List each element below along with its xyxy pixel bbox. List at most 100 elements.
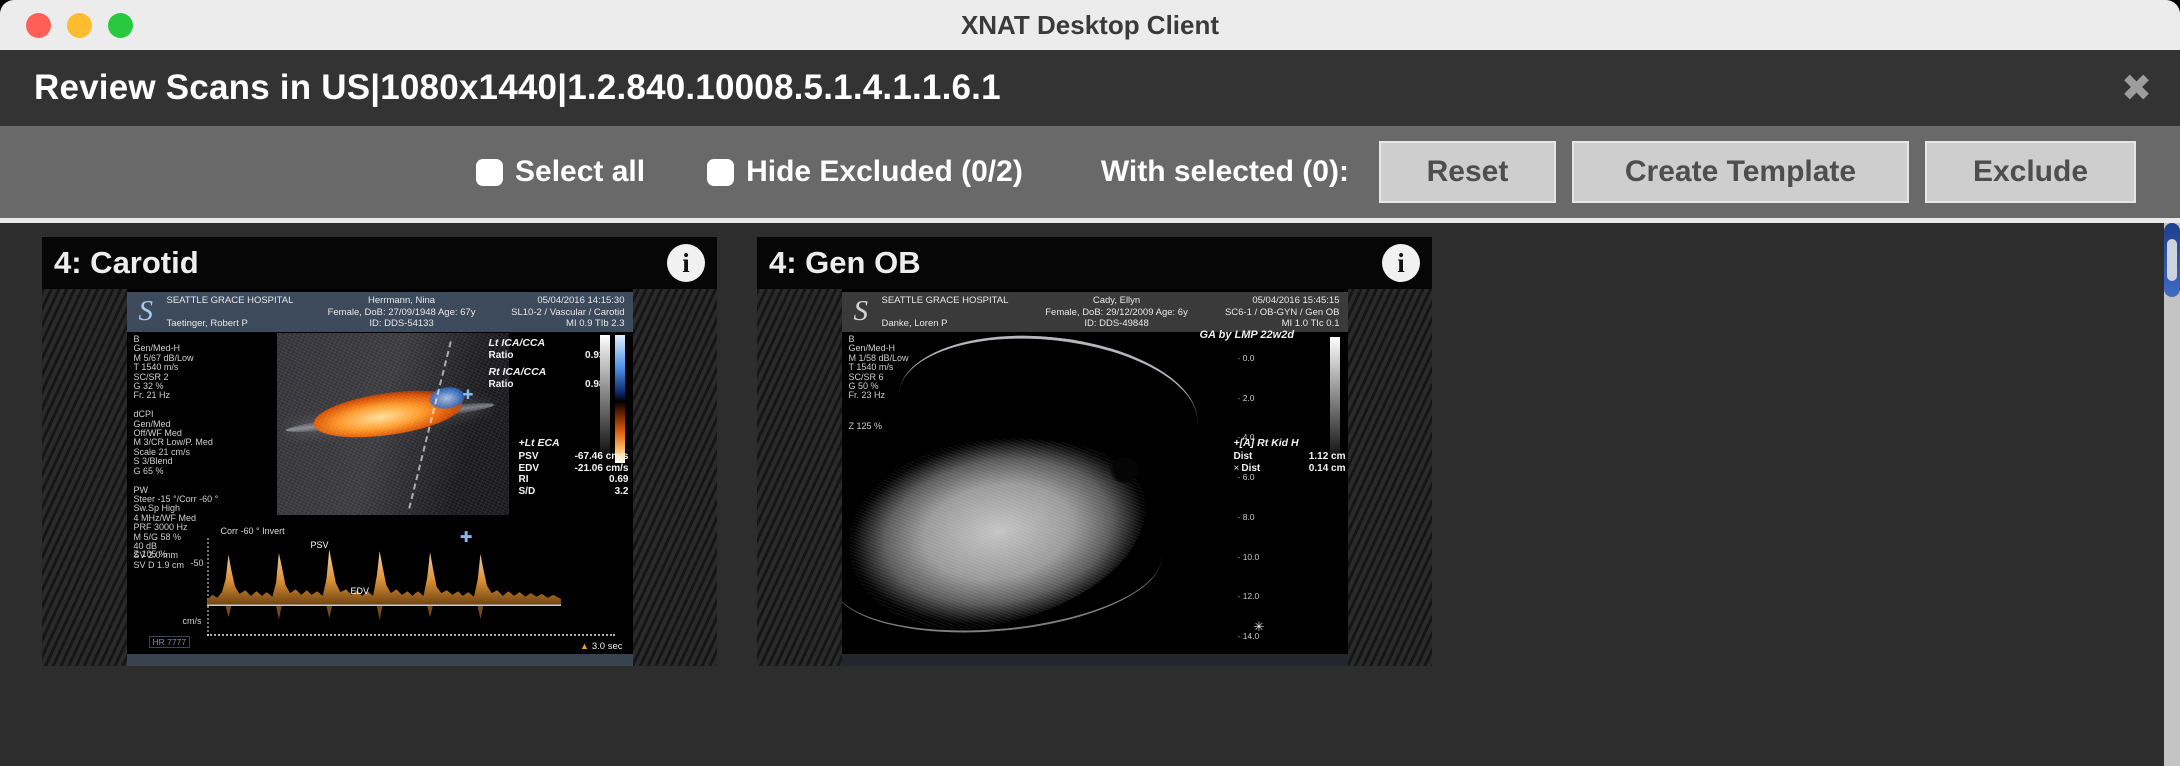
ultrasound-thumbnail-gen-ob[interactable]: S SEATTLE GRACE HOSPITAL Danke, Loren P … <box>842 289 1348 666</box>
close-icon[interactable]: ✖ <box>2121 70 2152 107</box>
bmode-tissue-area <box>277 333 509 515</box>
image-footer-strip <box>127 654 633 666</box>
spectral-doppler-strip: Corr -60 ° Invert ✚ -50 cm/s <box>183 526 623 652</box>
exclude-button[interactable]: Exclude <box>1925 141 2136 203</box>
hide-excluded-checkbox[interactable] <box>707 159 734 186</box>
ratio-key: Ratio <box>489 350 514 361</box>
patient-name: Cady, Ellyn <box>1036 295 1198 307</box>
anechoic-structure <box>1110 457 1140 483</box>
select-all-checkbox[interactable] <box>476 159 503 186</box>
ruler-tick: 2.0 <box>1238 393 1260 403</box>
meas-key: RI <box>519 474 529 486</box>
measurement-title: +Lt ECA <box>519 437 629 449</box>
info-icon[interactable]: i <box>1382 244 1420 282</box>
pw-gate-line <box>408 341 452 508</box>
patient-name: Herrmann, Nina <box>321 295 483 307</box>
patient-info: Female, DoB: 27/09/1948 Age: 67y <box>321 307 483 319</box>
reset-button[interactable]: Reset <box>1379 141 1556 203</box>
hospital-name: SEATTLE GRACE HOSPITAL <box>167 295 321 307</box>
meas-value: 1.12 cm <box>1309 451 1346 463</box>
zoom-window-button[interactable] <box>108 13 133 38</box>
minimize-window-button[interactable] <box>67 13 92 38</box>
with-selected-group: With selected (0): <box>1101 155 1349 189</box>
modal-title: Review Scans in US|1080x1440|1.2.840.100… <box>34 68 1001 108</box>
mi-ti-values: MI 1.0 TIc 0.1 <box>1197 318 1339 330</box>
corr-invert-label: Corr -60 ° Invert <box>221 526 285 536</box>
close-window-button[interactable] <box>26 13 51 38</box>
vertical-scrollbar[interactable] <box>2164 223 2180 766</box>
meas-key: ×Dist <box>1234 463 1261 475</box>
scrollbar-thumb[interactable] <box>2164 223 2180 297</box>
window-title: XNAT Desktop Client <box>961 10 1219 41</box>
edv-marker: EDV <box>351 586 370 596</box>
scan-title: 4: Gen OB <box>769 245 921 281</box>
depth-ruler: 0.0 2.0 4.0 6.0 8.0 10.0 12.0 14.0 <box>1238 353 1260 641</box>
scan-card-header: 4: Gen OB i <box>757 237 1432 289</box>
scan-card-gen-ob: 4: Gen OB i S SEATTLE GRACE HOSPITAL Dan… <box>757 237 1432 666</box>
meas-value: 0.14 cm <box>1309 463 1346 475</box>
velocity-scale-tick: -50 <box>191 558 204 568</box>
ruler-tick: 10.0 <box>1238 552 1260 562</box>
info-icon[interactable]: i <box>667 244 705 282</box>
psv-marker: PSV <box>311 540 329 550</box>
hide-excluded-group: Hide Excluded (0/2) <box>707 155 1023 189</box>
select-all-label: Select all <box>515 155 645 189</box>
measurement-block: +Lt ECA PSV -67.46 cm/s EDV -21.06 cm/s RI… <box>519 437 629 497</box>
meas-value: -67.46 cm/s <box>575 451 629 463</box>
patient-id: ID: DDS-54133 <box>321 318 483 330</box>
caliper-x-icon: × <box>1234 463 1240 474</box>
scan-card-body: S SEATTLE GRACE HOSPITAL Danke, Loren P … <box>757 289 1432 666</box>
sweep-time-label: ▲3.0 sec <box>580 641 623 652</box>
create-template-button[interactable]: Create Template <box>1572 141 1909 203</box>
scan-datetime: 05/04/2016 15:45:15 <box>1197 295 1339 307</box>
toolbar: Select all Hide Excluded (0/2) With sele… <box>0 126 2180 223</box>
hospital-name: SEATTLE GRACE HOSPITAL <box>882 295 1036 307</box>
operator-name: Danke, Loren P <box>882 318 1036 330</box>
time-axis-ticks <box>207 634 615 636</box>
scan-datetime: 05/04/2016 14:15:30 <box>482 295 624 307</box>
traffic-lights <box>26 13 133 38</box>
scan-card-carotid: 4: Carotid i S SEATTLE GRACE HOSPITAL Ta… <box>42 237 717 666</box>
with-selected-label: With selected (0): <box>1101 155 1349 189</box>
meas-value: 0.69 <box>609 474 628 486</box>
xnat-window: XNAT Desktop Client Review Scans in US|1… <box>0 0 2180 766</box>
dicom-header-strip: S SEATTLE GRACE HOSPITAL Taetinger, Robe… <box>127 292 633 332</box>
probe-preset: SC6-1 / OB-GYN / Gen OB <box>1197 307 1339 319</box>
scan-card-header: 4: Carotid i <box>42 237 717 289</box>
ruler-tick: 0.0 <box>1238 353 1260 363</box>
probe-preset: SL10-2 / Vascular / Carotid <box>482 307 624 319</box>
meas-key: Dist <box>1234 451 1253 463</box>
operator-name: Taetinger, Robert P <box>167 318 321 330</box>
meas-value: -21.06 cm/s <box>575 463 629 475</box>
patient-id: ID: DDS-49848 <box>1036 318 1198 330</box>
time-marker-icon: ▲ <box>580 641 589 651</box>
toolbar-buttons: Reset Create Template Exclude <box>1379 141 2136 203</box>
ratio-label: Rt ICA/CCA <box>489 366 605 378</box>
probe-marker-icon: ✚ <box>463 387 474 403</box>
ruler-tick: 8.0 <box>1238 512 1260 522</box>
scan-card-body: S SEATTLE GRACE HOSPITAL Taetinger, Robe… <box>42 289 717 666</box>
vessel-lumen <box>284 398 494 436</box>
meas-value: 3.2 <box>615 486 629 498</box>
zoom-factor-label: Z 105 % <box>134 549 168 559</box>
vendor-logo-icon: S <box>139 295 154 327</box>
zoom-factor-label: Z 125 % <box>849 421 883 431</box>
gestational-age-label: GA by LMP 22w2d <box>1200 329 1295 341</box>
meas-key: S/D <box>519 486 536 498</box>
color-doppler-flow <box>310 383 464 445</box>
meas-key: EDV <box>519 463 540 475</box>
titlebar: XNAT Desktop Client <box>0 0 2180 50</box>
image-footer-strip <box>842 654 1348 666</box>
ica-cca-ratios: Lt ICA/CCA Ratio 0.93 Rt ICA/CCA Ratio 0… <box>489 337 605 395</box>
ratio-key: Ratio <box>489 379 514 390</box>
measurement-block: +[A] Rt Kid H Dist1.12 cm ×Dist0.14 cm <box>1234 437 1346 474</box>
hide-excluded-label: Hide Excluded (0/2) <box>746 155 1023 189</box>
ultrasound-thumbnail-carotid[interactable]: S SEATTLE GRACE HOSPITAL Taetinger, Robe… <box>127 289 633 666</box>
ruler-tick: 12.0 <box>1238 591 1260 601</box>
color-doppler-blue-patch <box>427 385 466 412</box>
hr-label: HR 7777 <box>149 636 191 648</box>
modal-header: Review Scans in US|1080x1440|1.2.840.100… <box>0 50 2180 126</box>
patient-info: Female, DoB: 29/12/2009 Age: 6y <box>1036 307 1198 319</box>
vendor-logo-icon: S <box>854 295 869 327</box>
meas-key: PSV <box>519 451 539 463</box>
